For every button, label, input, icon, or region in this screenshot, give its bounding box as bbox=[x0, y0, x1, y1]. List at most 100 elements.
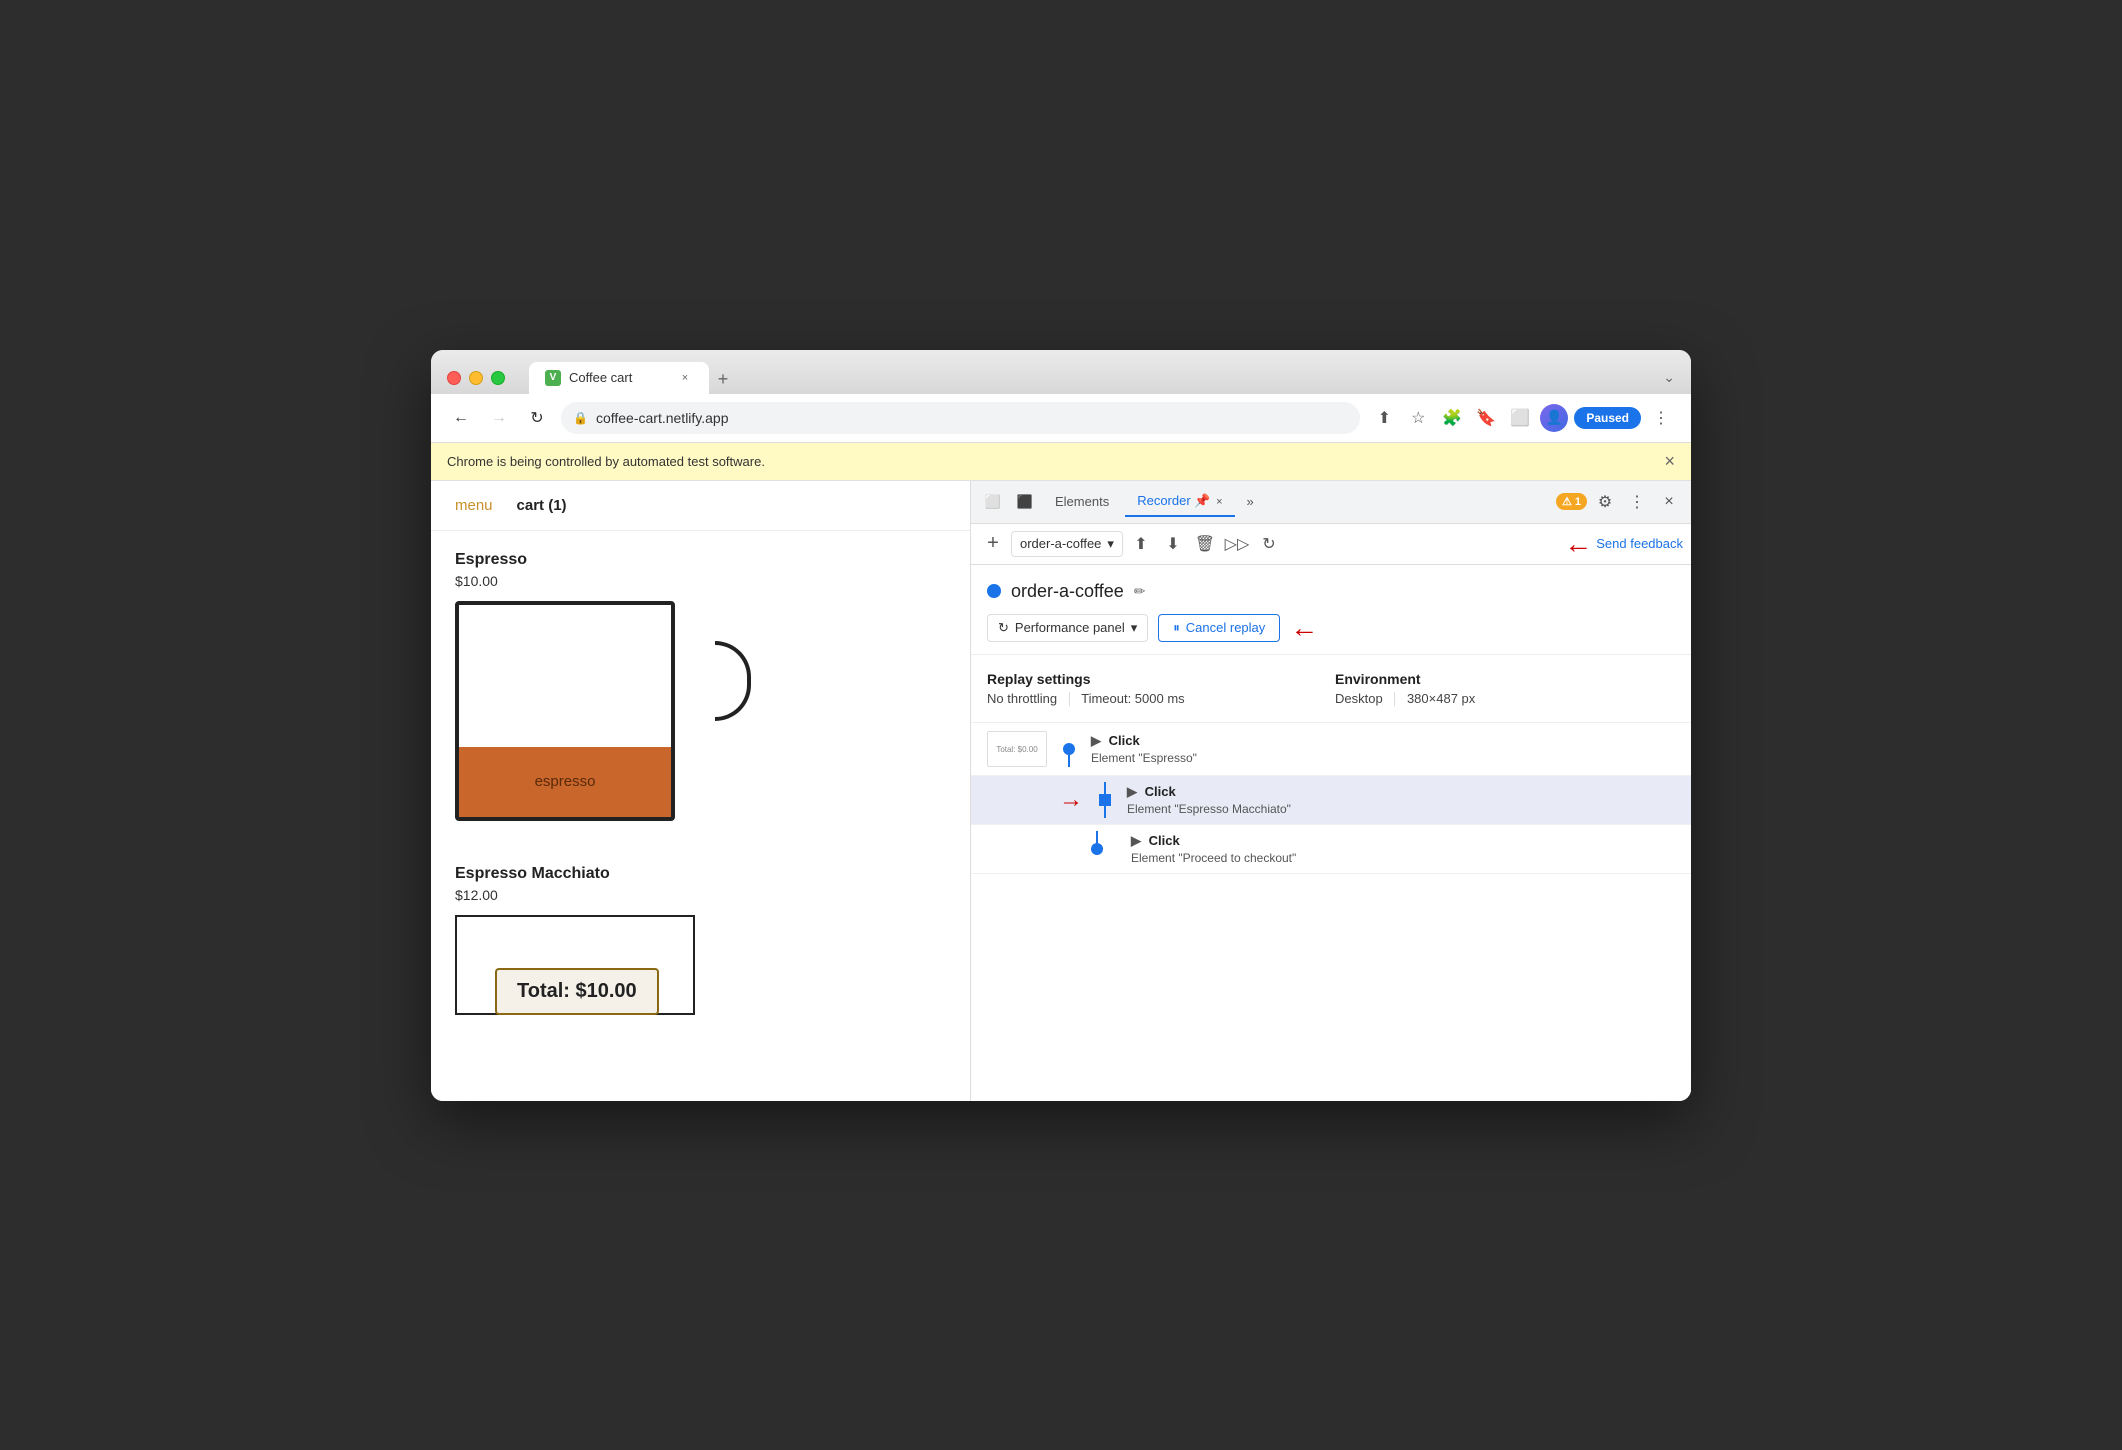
device-toolbar-icon[interactable]: ⬛ bbox=[1011, 488, 1039, 516]
share-button[interactable]: ⬆ bbox=[1370, 404, 1398, 432]
step-content-2: ▶ Click Element "Espresso Macchiato" bbox=[1127, 784, 1675, 816]
more-tabs-button[interactable]: » bbox=[1239, 488, 1262, 515]
recording-status-dot bbox=[987, 584, 1001, 598]
settings-button[interactable]: ⚙ bbox=[1591, 488, 1619, 516]
step-content-1: ▶ Click Element "Espresso" bbox=[1091, 733, 1675, 765]
issues-badge-icon: ⚠ bbox=[1562, 495, 1572, 508]
step-element-1: Element "Espresso" bbox=[1091, 751, 1675, 765]
forward-button[interactable]: → bbox=[485, 404, 513, 432]
recording-title-row: order-a-coffee ✏ bbox=[987, 581, 1675, 602]
step-action-2: ▶ Click bbox=[1127, 784, 1675, 800]
replay-settings: Replay settings No throttling Timeout: 5… bbox=[971, 655, 1691, 724]
site-nav: menu cart (1) bbox=[431, 481, 970, 531]
chrome-menu-button[interactable]: ⋮ bbox=[1647, 404, 1675, 432]
traffic-lights bbox=[447, 371, 505, 385]
replay-settings-right: Environment Desktop 380×487 px bbox=[1335, 671, 1675, 707]
macchiato-name: Espresso Macchiato bbox=[455, 865, 946, 883]
step-row-1[interactable]: Total: $0.00 ▶ Click Element "Espresso" bbox=[971, 723, 1691, 776]
performance-panel-select[interactable]: ↻ Performance panel ▾ bbox=[987, 614, 1148, 642]
profile-avatar[interactable]: 👤 bbox=[1540, 404, 1568, 432]
expand-icon-1: ▶ bbox=[1091, 733, 1101, 748]
steps-list: Total: $0.00 ▶ Click Element "Espresso" bbox=[971, 723, 1691, 1100]
tab-elements[interactable]: Elements bbox=[1043, 488, 1121, 515]
red-arrow-cancel: ← bbox=[1290, 614, 1318, 642]
tab-close-button[interactable]: × bbox=[677, 370, 693, 386]
macchiato-product: Espresso Macchiato $12.00 Total: $10.00 bbox=[455, 865, 946, 1035]
upload-button[interactable]: ⬆ bbox=[1127, 530, 1155, 558]
send-feedback-link[interactable]: Send feedback bbox=[1596, 536, 1683, 551]
extensions-button[interactable]: 🧩 bbox=[1438, 404, 1466, 432]
devtools-shortcut-button[interactable]: 🔖 bbox=[1472, 404, 1500, 432]
browser-tab[interactable]: V Coffee cart × bbox=[529, 362, 709, 394]
delete-button[interactable]: 🗑 bbox=[1191, 530, 1219, 558]
perf-panel-label: Performance panel bbox=[1015, 620, 1125, 635]
minimize-traffic-light[interactable] bbox=[469, 371, 483, 385]
step-action-3: ▶ Click bbox=[1131, 833, 1675, 849]
site-cart-button[interactable]: cart (1) bbox=[517, 497, 567, 514]
inspect-icon[interactable]: ⬜ bbox=[979, 488, 1007, 516]
address-bar[interactable]: 🔒 coffee-cart.netlify.app bbox=[561, 402, 1360, 434]
tab-recorder[interactable]: Recorder 📌 × bbox=[1125, 487, 1234, 517]
url-text: coffee-cart.netlify.app bbox=[596, 410, 1348, 426]
espresso-price: $10.00 bbox=[455, 573, 946, 589]
recording-edit-button[interactable]: ✏ bbox=[1134, 583, 1146, 600]
tab-title: Coffee cart bbox=[569, 370, 669, 385]
espresso-mug[interactable]: espresso bbox=[455, 601, 675, 821]
issues-badge[interactable]: ⚠ 1 bbox=[1556, 493, 1587, 510]
step-timeline-dot-1 bbox=[1063, 743, 1075, 755]
settings-button-recorder[interactable]: ↻ bbox=[1255, 530, 1283, 558]
paused-label: Paused bbox=[1586, 411, 1629, 425]
total-label: Total: $10.00 bbox=[517, 980, 637, 1002]
step-timeline-dot-3 bbox=[1091, 843, 1103, 855]
espresso-name: Espresso bbox=[455, 551, 946, 569]
step-thumbnail-1: Total: $0.00 bbox=[987, 731, 1047, 767]
recording-select-value: order-a-coffee bbox=[1020, 536, 1101, 551]
devtools-close-button[interactable]: × bbox=[1655, 488, 1683, 516]
expand-icon-2: ▶ bbox=[1127, 784, 1137, 799]
recording-select-chevron: ▾ bbox=[1107, 536, 1114, 552]
chevron-down-icon[interactable]: ⌄ bbox=[1663, 369, 1675, 386]
expand-icon-3: ▶ bbox=[1131, 833, 1141, 848]
website-content: menu cart (1) Espresso $10.00 espresso bbox=[431, 481, 971, 1101]
paused-badge: Paused bbox=[1574, 407, 1641, 429]
tab-favicon: V bbox=[545, 370, 561, 386]
step-row-3[interactable]: ▶ Click Element "Proceed to checkout" bbox=[971, 825, 1691, 874]
recorder-toolbar: + order-a-coffee ▾ ⬆ ⬇ 🗑 ▷▷ ↻ ← Send fee… bbox=[971, 524, 1691, 565]
perf-panel-chevron: ▾ bbox=[1131, 620, 1138, 636]
environment-title: Environment bbox=[1335, 671, 1675, 687]
replay-controls: ↻ Performance panel ▾ ⏸ Cancel replay ← bbox=[987, 614, 1675, 642]
recording-select[interactable]: order-a-coffee ▾ bbox=[1011, 531, 1123, 557]
replay-settings-title: Replay settings bbox=[987, 671, 1327, 687]
automated-test-bar: Chrome is being controlled by automated … bbox=[431, 443, 1691, 481]
environment-value: Desktop 380×487 px bbox=[1335, 691, 1675, 707]
back-button[interactable]: ← bbox=[447, 404, 475, 432]
split-view-button[interactable]: ⬜ bbox=[1506, 404, 1534, 432]
refresh-button[interactable]: ↻ bbox=[523, 404, 551, 432]
macchiato-price: $12.00 bbox=[455, 887, 946, 903]
replay-settings-left: Replay settings No throttling Timeout: 5… bbox=[987, 671, 1327, 707]
red-arrow-step2: → bbox=[1059, 786, 1083, 814]
browser-window: V Coffee cart × + ⌄ ← → ↻ 🔒 coffee-cart.… bbox=[431, 350, 1691, 1101]
cancel-replay-label: Cancel replay bbox=[1186, 620, 1266, 635]
perf-icon: ↻ bbox=[998, 620, 1009, 636]
fullscreen-traffic-light[interactable] bbox=[491, 371, 505, 385]
replay-button[interactable]: ▷▷ bbox=[1223, 530, 1251, 558]
automated-test-message: Chrome is being controlled by automated … bbox=[447, 454, 765, 469]
lock-icon: 🔒 bbox=[573, 411, 588, 425]
download-button[interactable]: ⬇ bbox=[1159, 530, 1187, 558]
step-row-2[interactable]: → ▶ Click Element "Espresso Macchiato" bbox=[971, 776, 1691, 825]
devtools-more-button[interactable]: ⋮ bbox=[1623, 488, 1651, 516]
cancel-replay-button[interactable]: ⏸ Cancel replay bbox=[1158, 614, 1280, 642]
add-recording-button[interactable]: + bbox=[979, 530, 1007, 558]
step-timeline-square-2 bbox=[1099, 794, 1111, 806]
close-traffic-light[interactable] bbox=[447, 371, 461, 385]
site-menu-button[interactable]: menu bbox=[455, 497, 493, 514]
throttling-value: No throttling Timeout: 5000 ms bbox=[987, 691, 1327, 707]
devtools-toolbar: ⬜ ⬛ Elements Recorder 📌 × » ⚠ 1 ⚙ ⋮ × bbox=[971, 481, 1691, 524]
new-tab-button[interactable]: + bbox=[709, 366, 737, 394]
step-element-3: Element "Proceed to checkout" bbox=[1131, 851, 1675, 865]
bookmark-button[interactable]: ☆ bbox=[1404, 404, 1432, 432]
automated-close-button[interactable]: × bbox=[1664, 451, 1675, 472]
mug-handle bbox=[715, 641, 751, 721]
total-tooltip: Total: $10.00 bbox=[495, 968, 659, 1015]
